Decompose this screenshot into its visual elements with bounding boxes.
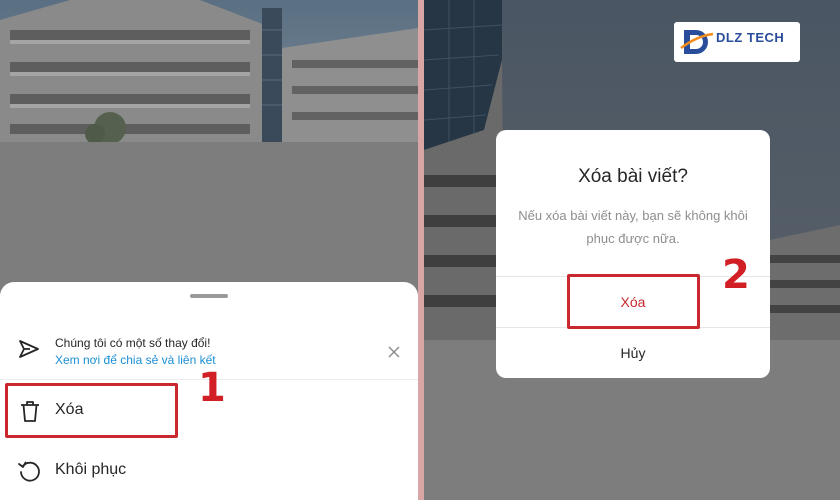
notice-link[interactable]: Xem nơi để chia sẻ và liên kết [55, 353, 216, 367]
step-number-1: 1 [198, 365, 226, 411]
close-icon[interactable] [385, 343, 403, 361]
sheet-grabber[interactable] [190, 294, 228, 298]
send-icon [19, 340, 39, 358]
cancel-button[interactable]: Hủy [496, 328, 770, 378]
dialog-title: Xóa bài viết? [578, 166, 688, 187]
dlz-logo-mark-icon [680, 30, 714, 54]
restore-icon [18, 461, 40, 482]
restore-label: Khôi phục [55, 461, 127, 478]
dialog-message: Nếu xóa bài viết này, bạn sẽ không khôi … [518, 208, 748, 246]
logo-text: DLZ TECH [716, 30, 785, 45]
dlz-tech-logo: DLZ TECH [674, 22, 800, 62]
building-photo [0, 0, 418, 142]
restore-menu-item[interactable]: Khôi phục [0, 442, 418, 500]
delete-highlight-box [5, 383, 178, 438]
confirm-highlight-box [567, 274, 700, 329]
left-screen: Chúng tôi có một số thay đổi! Xem nơi để… [0, 0, 418, 500]
notice-title: Chúng tôi có một số thay đổi! [55, 336, 211, 350]
step-number-2: 2 [722, 252, 750, 298]
right-screen: DLZ TECH Xóa bài viết? Nếu xóa bài viết … [424, 0, 840, 500]
